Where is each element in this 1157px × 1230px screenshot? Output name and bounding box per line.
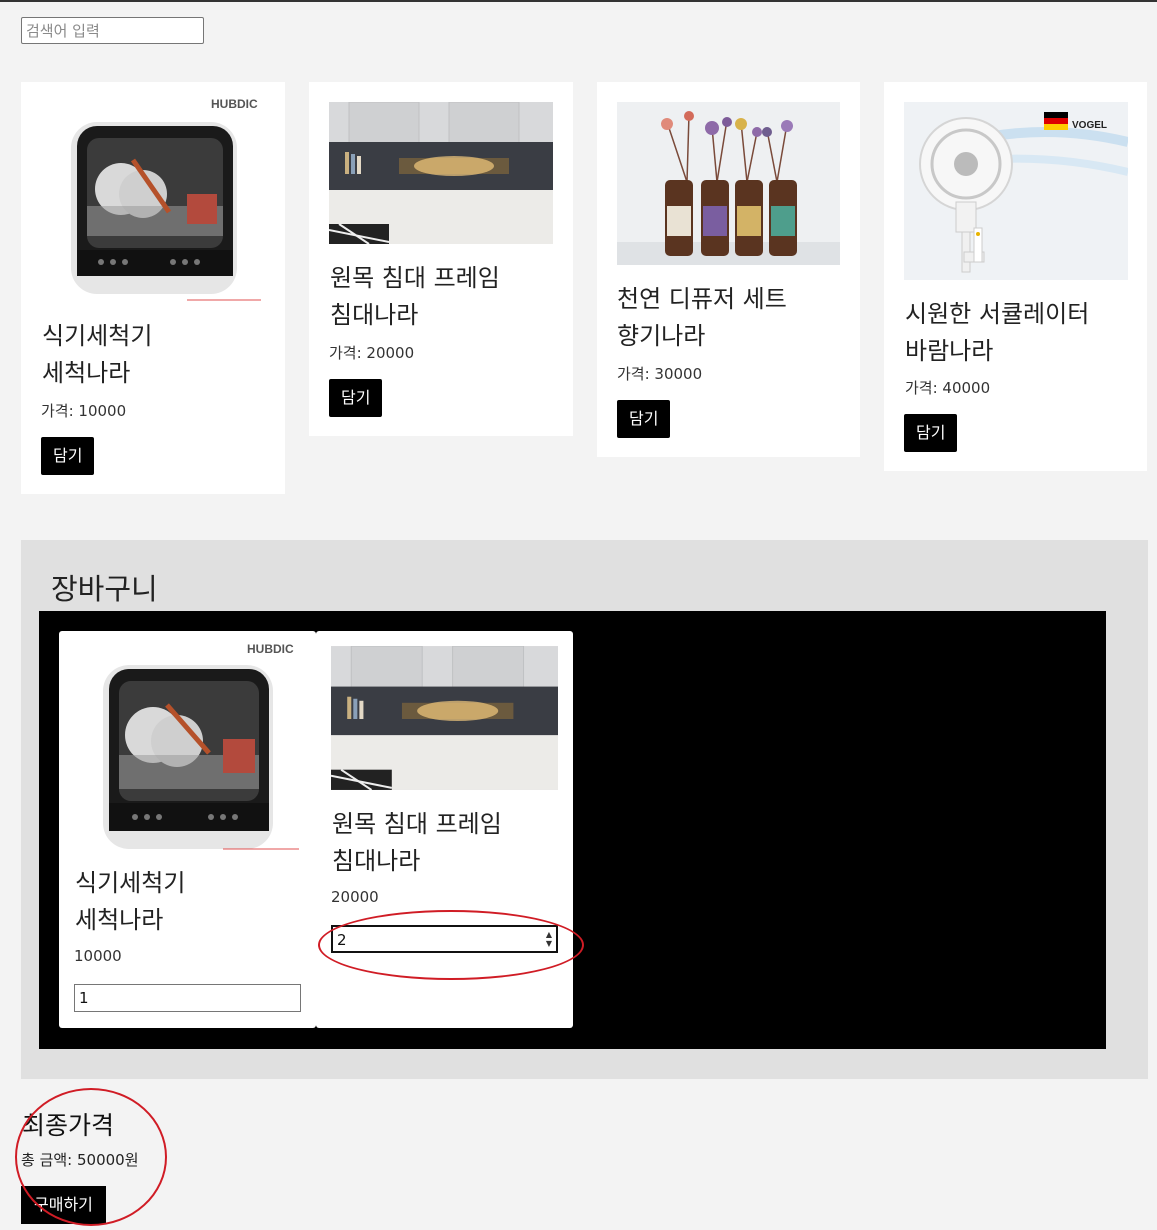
cart-item-price: 10000 [74,947,122,965]
cart-item-price: 20000 [331,888,379,906]
cart-title: 장바구니 [51,572,158,606]
product-name: 원목 침대 프레임 [330,264,500,292]
add-to-cart-button[interactable]: 담기 [617,400,671,438]
product-title: 원목 침대 프레임 침대나라 [330,260,500,334]
cart-item-seller: 침대나라 [332,847,421,875]
product-seller: 향기나라 [617,322,706,350]
cart-item-name: 원목 침대 프레임 [332,810,502,838]
add-to-cart-button[interactable]: 담기 [904,414,958,452]
circulator-brand: VOGEL [1072,120,1107,131]
purchase-button[interactable]: 구매하기 [21,1186,106,1224]
cart-item-title: 식기세척기 세척나라 [75,865,185,939]
diffuser-image [617,102,840,265]
product-price: 가격: 40000 [905,379,991,397]
product-price: 가격: 30000 [617,365,703,383]
add-to-cart-button[interactable]: 담기 [329,379,383,417]
dishwasher-brand: HUBDIC [247,642,294,656]
product-title: 식기세척기 세척나라 [42,318,152,392]
circulator-image: VOGEL [904,102,1128,280]
product-title: 천연 디퓨저 세트 향기나라 [617,281,787,355]
quantity-value: 1 [79,989,89,1007]
product-title: 시원한 서큘레이터 바람나라 [905,296,1089,370]
product-card: 원목 침대 프레임 침대나라 가격: 20000 담기 [309,82,573,436]
total-amount: 총 금액: 50000원 [21,1151,139,1169]
product-seller: 침대나라 [330,301,419,329]
quantity-stepper-icon[interactable]: ▲ ▼ [546,930,552,948]
product-name: 천연 디퓨저 세트 [617,285,787,313]
quantity-value: 2 [337,931,347,949]
product-name: 식기세척기 [42,322,153,350]
product-card: HUBDIC 식기세척기 세척나라 가격: 10000 담기 [21,82,285,494]
cart-item-title: 원목 침대 프레임 침대나라 [332,806,502,880]
add-to-cart-button[interactable]: 담기 [41,437,95,475]
quantity-input[interactable]: 2 ▲ ▼ [331,925,558,953]
product-card: VOGEL 시원한 서큘레이터 바람나라 가격: 40000 담기 [884,82,1147,471]
product-price: 가격: 10000 [41,402,127,420]
dishwasher-brand: HUBDIC [211,97,258,111]
cart-item-name: 식기세척기 [75,869,186,897]
product-price: 가격: 20000 [329,344,415,362]
product-seller: 세척나라 [42,359,131,387]
dishwasher-image: HUBDIC [99,635,299,851]
product-seller: 바람나라 [905,337,994,365]
cart-item-seller: 세척나라 [75,906,164,934]
top-border [0,0,1157,2]
dishwasher-image: HUBDIC [61,94,261,302]
quantity-input[interactable]: 1 [74,984,301,1012]
bed-frame-image [329,102,553,244]
cart-item: 원목 침대 프레임 침대나라 20000 2 ▲ ▼ [316,631,573,1028]
product-name: 시원한 서큘레이터 [905,300,1090,328]
cart-item: HUBDIC 식기세척기 세척나라 10000 1 [59,631,316,1028]
total-heading: 최종가격 [22,1111,115,1140]
bed-frame-image [331,646,558,790]
product-card: 천연 디퓨저 세트 향기나라 가격: 30000 담기 [597,82,860,457]
search-input[interactable] [21,17,204,44]
